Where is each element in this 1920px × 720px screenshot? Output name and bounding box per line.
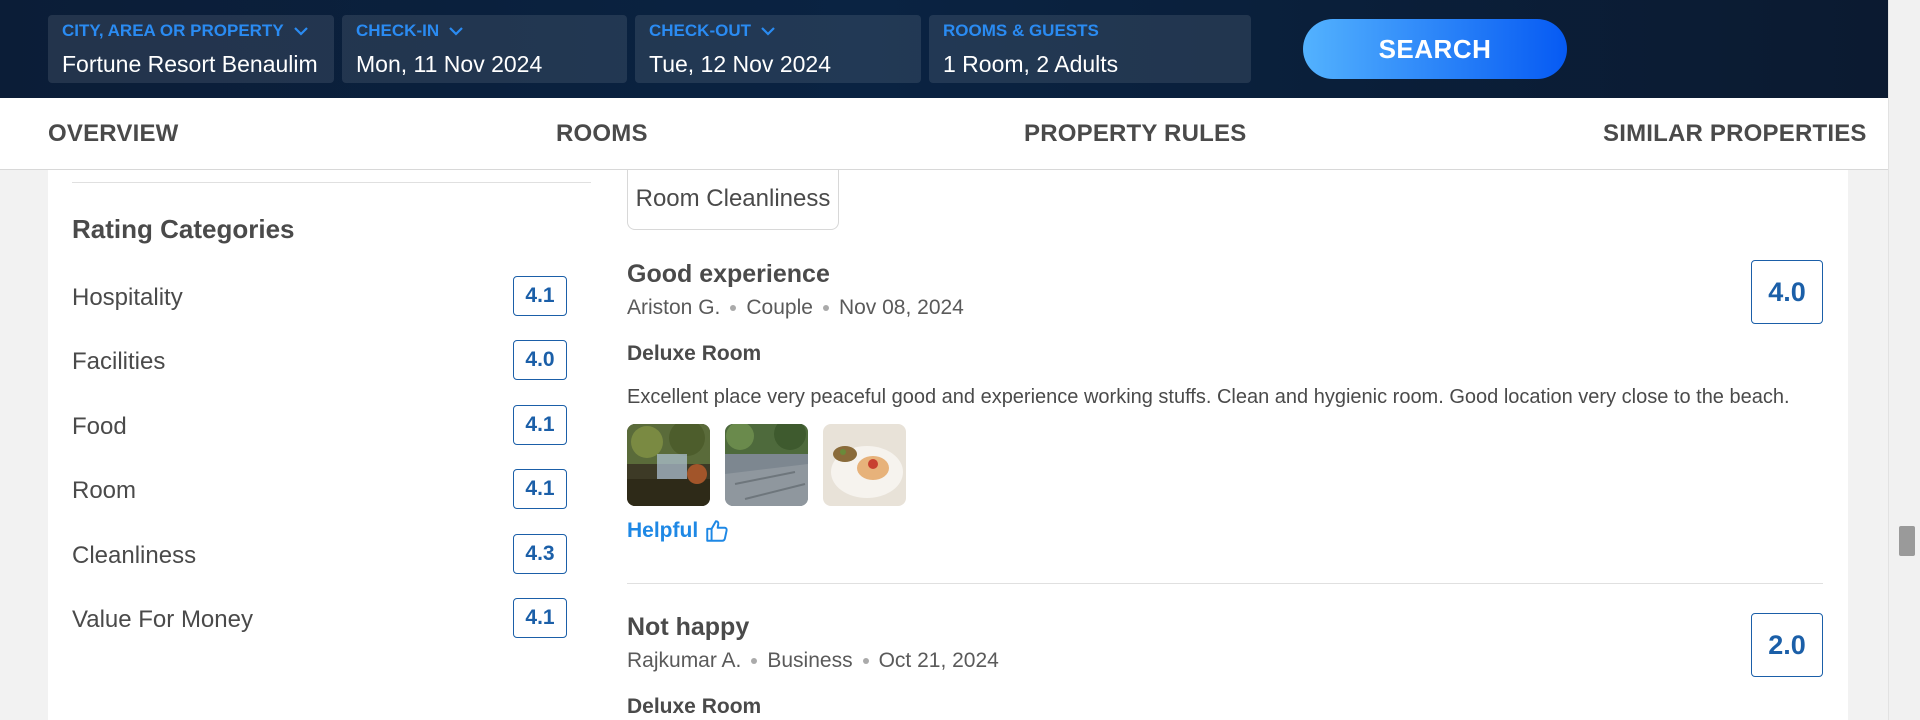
rating-score-badge: 4.1 — [513, 598, 567, 638]
search-button[interactable]: SEARCH — [1303, 19, 1567, 79]
tab-overview[interactable]: OVERVIEW — [48, 120, 179, 148]
city-field[interactable]: CITY, AREA OR PROPERTY Fortune Resort Be… — [48, 15, 334, 83]
rating-row-facilities: Facilities 4.0 — [72, 340, 567, 380]
scrollbar-thumb[interactable] — [1899, 526, 1915, 556]
review-author: Rajkumar A. — [627, 649, 742, 672]
review-card: Good experience Ariston G. Couple Nov 08… — [627, 260, 1823, 580]
section-tabs: OVERVIEW ROOMS PROPERTY RULES SIMILAR PR… — [0, 98, 1888, 170]
rating-name: Facilities — [72, 348, 166, 375]
reviews-section: Rating Categories Hospitality 4.1 Facili… — [48, 170, 1848, 720]
chevron-down-icon — [761, 27, 775, 36]
divider — [72, 182, 591, 183]
review-traveller-type: Business — [767, 649, 853, 672]
review-title: Not happy — [627, 613, 750, 641]
separator-dot — [751, 658, 758, 664]
review-score-badge: 4.0 — [1751, 260, 1823, 324]
page-scrollbar[interactable] — [1888, 0, 1920, 720]
review-room-type: Deluxe Room — [627, 695, 762, 718]
checkin-label: CHECK-IN — [356, 21, 440, 40]
helpful-button[interactable]: Helpful — [627, 518, 730, 544]
tab-property-rules[interactable]: PROPERTY RULES — [1024, 120, 1246, 148]
review-photo[interactable] — [725, 424, 808, 506]
review-title: Good experience — [627, 260, 830, 288]
rating-row-food: Food 4.1 — [72, 405, 567, 445]
tab-similar-properties[interactable]: SIMILAR PROPERTIES — [1603, 120, 1867, 148]
rating-score-badge: 4.3 — [513, 534, 567, 574]
review-author: Ariston G. — [627, 296, 721, 319]
review-photos — [627, 424, 906, 506]
chevron-down-icon — [449, 27, 463, 36]
city-value: Fortune Resort Benaulim — [62, 51, 318, 77]
review-room-type: Deluxe Room — [627, 342, 762, 365]
chevron-down-icon — [293, 27, 308, 36]
rating-categories-title: Rating Categories — [72, 214, 295, 244]
rating-row-room: Room 4.1 — [72, 469, 567, 509]
review-text: Excellent place very peaceful good and e… — [627, 386, 1790, 408]
rating-name: Value For Money — [72, 606, 253, 633]
review-photo[interactable] — [823, 424, 906, 506]
separator-dot — [862, 658, 869, 664]
review-traveller-type: Couple — [746, 296, 813, 319]
rating-score-badge: 4.1 — [513, 469, 567, 509]
checkin-value: Mon, 11 Nov 2024 — [356, 51, 543, 77]
separator-dot — [730, 305, 737, 311]
rating-name: Food — [72, 413, 127, 440]
thumbs-up-icon — [706, 520, 728, 542]
rooms-guests-field[interactable]: ROOMS & GUESTS 1 Room, 2 Adults — [929, 15, 1251, 83]
city-label: CITY, AREA OR PROPERTY — [62, 21, 284, 40]
rating-score-badge: 4.1 — [513, 276, 567, 316]
divider — [627, 583, 1823, 584]
separator-dot — [822, 305, 829, 311]
search-bar: CITY, AREA OR PROPERTY Fortune Resort Be… — [0, 0, 1920, 98]
tab-rooms[interactable]: ROOMS — [556, 120, 648, 148]
checkout-field[interactable]: CHECK-OUT Tue, 12 Nov 2024 — [635, 15, 921, 83]
checkin-field[interactable]: CHECK-IN Mon, 11 Nov 2024 — [342, 15, 627, 83]
review-date: Oct 21, 2024 — [878, 649, 999, 672]
review-photo[interactable] — [627, 424, 710, 506]
rating-name: Hospitality — [72, 284, 183, 311]
rating-row-value-for-money: Value For Money 4.1 — [72, 598, 567, 638]
helpful-label: Helpful — [627, 519, 699, 542]
review-card: Not happy Rajkumar A. Business Oct 21, 2… — [627, 613, 1823, 720]
filter-chip-room-cleanliness[interactable]: Room Cleanliness — [627, 170, 839, 230]
rating-score-badge: 4.0 — [513, 340, 567, 380]
checkout-value: Tue, 12 Nov 2024 — [649, 51, 831, 77]
review-meta: Ariston G. Couple Nov 08, 2024 — [627, 296, 964, 320]
rating-name: Cleanliness — [72, 542, 197, 569]
rating-row-cleanliness: Cleanliness 4.3 — [72, 534, 567, 574]
rooms-guests-label: ROOMS & GUESTS — [943, 21, 1099, 40]
rooms-guests-value: 1 Room, 2 Adults — [943, 51, 1119, 77]
review-date: Nov 08, 2024 — [838, 296, 964, 319]
rating-name: Room — [72, 477, 137, 504]
rating-row-hospitality: Hospitality 4.1 — [72, 276, 567, 316]
rating-score-badge: 4.1 — [513, 405, 567, 445]
checkout-label: CHECK-OUT — [649, 21, 751, 40]
review-meta: Rajkumar A. Business Oct 21, 2024 — [627, 649, 999, 673]
review-score-badge: 2.0 — [1751, 613, 1823, 677]
